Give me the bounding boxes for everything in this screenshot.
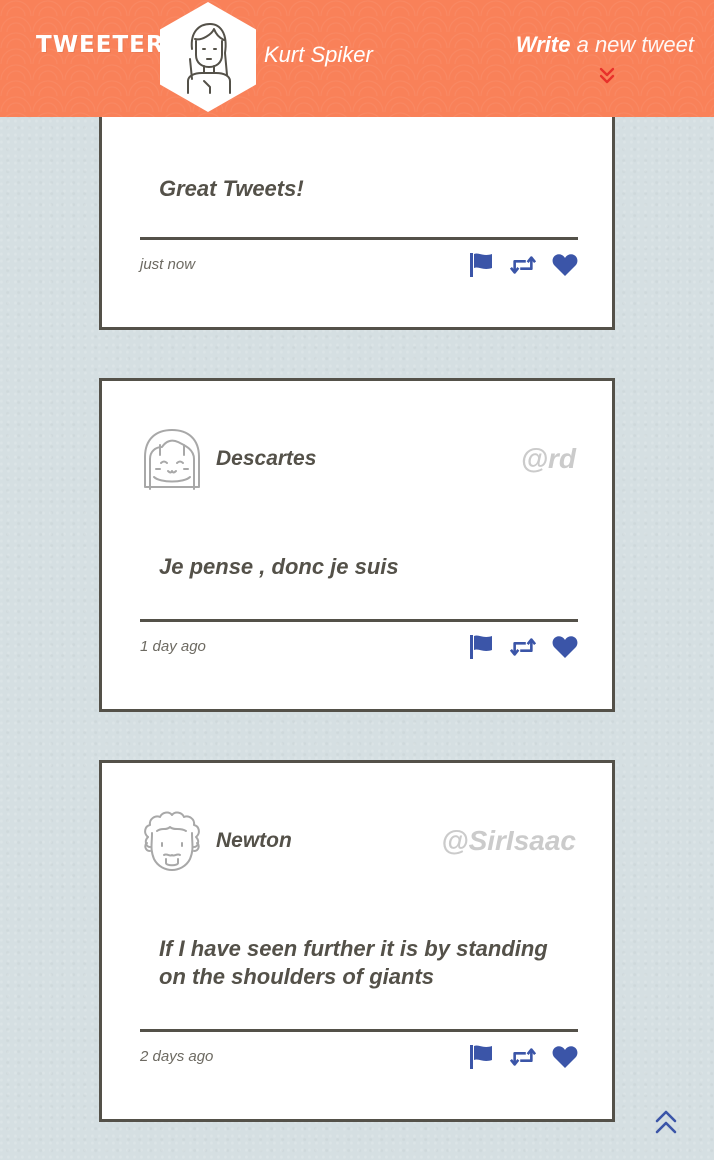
tweet-actions [468,1042,578,1072]
double-chevron-down-icon[interactable] [598,67,616,85]
tweet-footer: just now [140,237,578,280]
user-avatar-icon [187,23,231,94]
double-chevron-up-icon[interactable] [654,1108,678,1136]
compose-label-bold: Write [515,32,571,57]
tweet-header: Descartes @rd [140,427,576,491]
tweet-actions [468,250,578,280]
flag-button[interactable] [468,252,494,278]
top-nav: TWEETER Kurt Spiker Write a new tweet [0,0,714,117]
tweet-text: Great Tweets! [159,176,304,201]
flag-button[interactable] [468,1044,494,1070]
tweet-text: Je pense , donc je suis [159,554,399,579]
curly-hair-avatar-icon [144,811,200,871]
heart-icon [552,254,578,276]
flag-button[interactable] [468,634,494,660]
girl-avatar-icon [144,429,200,490]
tweet-card: Newton @SirIsaac If I have seen further … [99,760,615,1122]
tweet-author[interactable]: Descartes [216,447,316,471]
retweet-button[interactable] [510,252,536,278]
tweet-handle[interactable]: @SirIsaac [441,825,576,857]
like-button[interactable] [552,634,578,660]
compose-label-rest: a new tweet [570,32,694,57]
tweet-handle[interactable]: @rd [521,443,576,475]
retweet-icon [510,638,536,656]
flag-icon [470,635,492,659]
retweet-icon [510,1048,536,1066]
tweet-footer: 2 days ago [140,1029,578,1072]
user-name[interactable]: Kurt Spiker [264,42,373,68]
tweet-card: Great Tweets! just now [99,80,615,330]
tweet-footer: 1 day ago [140,619,578,662]
tweet-actions [468,632,578,662]
retweet-icon [510,256,536,274]
profile-avatar[interactable] [160,2,256,112]
tweet-author[interactable]: Newton [216,829,292,853]
like-button[interactable] [552,1044,578,1070]
tweet-timestamp: 2 days ago [140,1048,214,1065]
tweet-card: Descartes @rd Je pense , donc je suis 1 … [99,378,615,712]
tweet-text: If I have seen further it is by standing… [159,936,548,989]
retweet-button[interactable] [510,1044,536,1070]
like-button[interactable] [552,252,578,278]
retweet-button[interactable] [510,634,536,660]
tweet-timestamp: 1 day ago [140,638,206,655]
tweet-header: Newton @SirIsaac [140,809,576,873]
flag-icon [470,253,492,277]
write-tweet-button[interactable]: Write a new tweet [516,32,694,58]
heart-icon [552,1046,578,1068]
brand-logo[interactable]: TWEETER [36,32,165,58]
heart-icon [552,636,578,658]
tweet-timestamp: just now [140,256,196,273]
flag-icon [470,1045,492,1069]
